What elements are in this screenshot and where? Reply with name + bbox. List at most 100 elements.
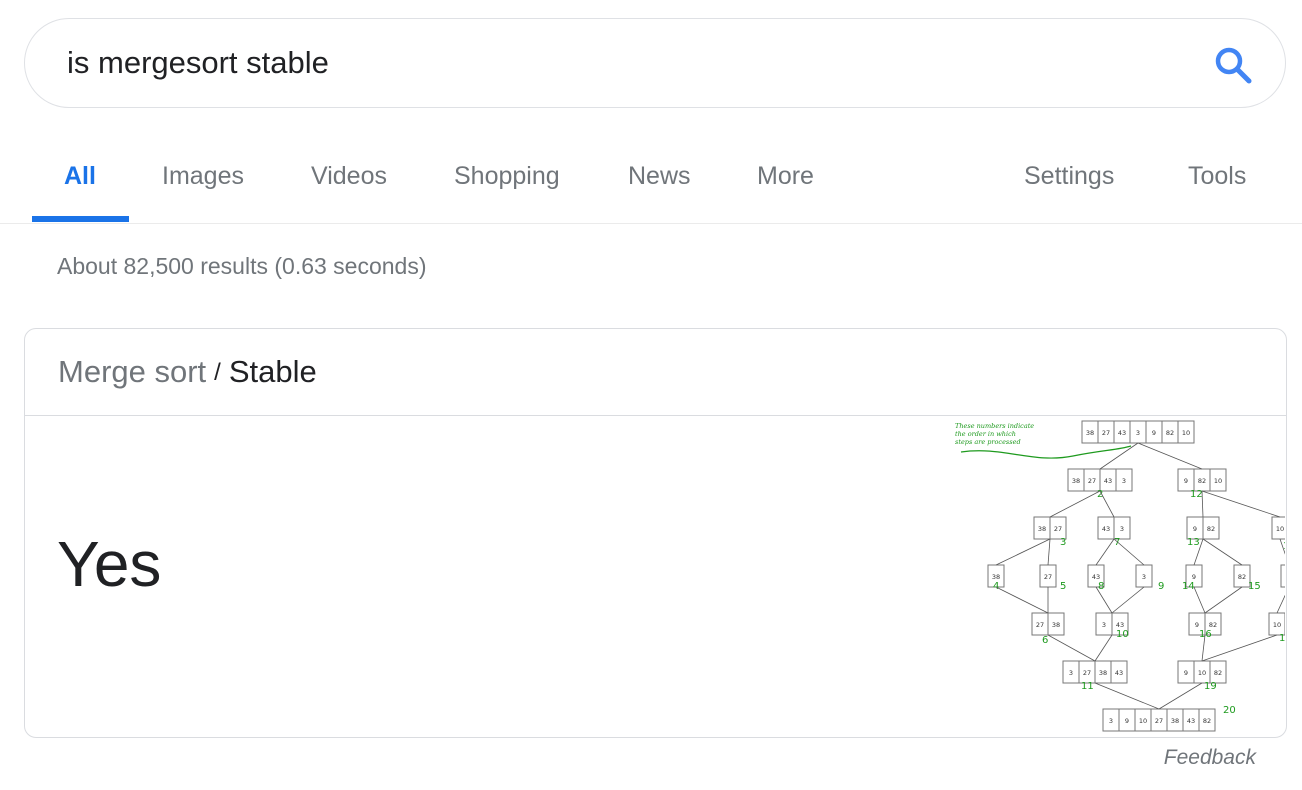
cell-value: 10 bbox=[1214, 477, 1222, 485]
cell-value: 27 bbox=[1083, 669, 1091, 677]
search-icon[interactable] bbox=[1213, 45, 1253, 85]
cell-value: 10 bbox=[1139, 717, 1147, 725]
search-input[interactable]: is mergesort stable bbox=[67, 45, 329, 81]
tab-shopping[interactable]: Shopping bbox=[454, 162, 560, 191]
cell-value: 27 bbox=[1036, 621, 1044, 629]
connector-arrow bbox=[1049, 490, 1101, 518]
cell-value: 82 bbox=[1214, 669, 1222, 677]
step-number: 6 bbox=[1042, 635, 1048, 646]
annotation-text: steps are processed bbox=[955, 438, 1021, 446]
step-number: 5 bbox=[1060, 581, 1066, 592]
connector-arrow bbox=[1113, 538, 1145, 566]
cell-value: 27 bbox=[1155, 717, 1163, 725]
breadcrumb: Merge sort / Stable bbox=[58, 354, 317, 390]
step-number: 14 bbox=[1182, 581, 1195, 592]
step-number: 12 bbox=[1190, 489, 1203, 500]
cell-value: 27 bbox=[1054, 525, 1062, 533]
cell-value: 43 bbox=[1115, 669, 1123, 677]
cell-value: 10 bbox=[1273, 621, 1281, 629]
step-number: 7 bbox=[1114, 537, 1120, 548]
step-number: 19 bbox=[1204, 681, 1217, 692]
tab-settings[interactable]: Settings bbox=[1024, 162, 1114, 191]
connector-arrow bbox=[1276, 594, 1285, 614]
cell-value: 82 bbox=[1207, 525, 1215, 533]
connector-arrow bbox=[1202, 538, 1243, 566]
search-box[interactable]: is mergesort stable bbox=[24, 18, 1286, 108]
cell-value: 9 bbox=[1195, 621, 1199, 629]
tab-news[interactable]: News bbox=[628, 162, 691, 191]
cell-value: 9 bbox=[1152, 429, 1156, 437]
cell-value: 82 bbox=[1209, 621, 1217, 629]
cell-value: 9 bbox=[1125, 717, 1129, 725]
step-number: 11 bbox=[1081, 681, 1094, 692]
step-number: 10 bbox=[1116, 629, 1129, 640]
merge-sort-diagram-image[interactable]: 38 27 43 3 9 82 1038 27 43 329 82 101238 27343 379 821… bbox=[953, 416, 1285, 738]
cell-value: 43 bbox=[1102, 525, 1110, 533]
cell-value: 82 bbox=[1198, 477, 1206, 485]
step-number: 20 bbox=[1223, 705, 1236, 716]
annotation-text: the order in which bbox=[955, 430, 1016, 438]
cell-value: 38 bbox=[1072, 477, 1080, 485]
connector-arrow bbox=[1137, 442, 1203, 470]
step-number: 2 bbox=[1097, 489, 1103, 500]
cell-value: 38 bbox=[1171, 717, 1179, 725]
cell-value: 3 bbox=[1069, 669, 1073, 677]
breadcrumb-parent-link[interactable]: Merge sort bbox=[58, 354, 206, 389]
cell-value: 82 bbox=[1166, 429, 1174, 437]
cell-value: 38 bbox=[1086, 429, 1094, 437]
cell-value: 9 bbox=[1184, 477, 1188, 485]
connector-arrow bbox=[995, 538, 1051, 566]
connector-arrow bbox=[1094, 634, 1113, 662]
step-number: 9 bbox=[1158, 581, 1164, 592]
tab-videos[interactable]: Videos bbox=[311, 162, 387, 191]
answer-text: Yes bbox=[57, 528, 162, 600]
step-number: 13 bbox=[1187, 537, 1200, 548]
cell-value: 38 bbox=[1052, 621, 1060, 629]
cell-value: 82 bbox=[1238, 573, 1246, 581]
cell-value: 3 bbox=[1120, 525, 1124, 533]
cell-value: 27 bbox=[1102, 429, 1110, 437]
step-number: 8 bbox=[1098, 581, 1104, 592]
step-number: 16 bbox=[1199, 629, 1212, 640]
cell-value: 9 bbox=[1192, 573, 1196, 581]
connector-arrow bbox=[1099, 490, 1115, 518]
breadcrumb-current: Stable bbox=[228, 354, 317, 389]
annotation-arrow bbox=[960, 445, 1132, 459]
tab-all[interactable]: All bbox=[64, 162, 96, 191]
cell-value: 9 bbox=[1193, 525, 1197, 533]
breadcrumb-separator: / bbox=[214, 359, 221, 386]
annotation-text: These numbers indicate bbox=[955, 422, 1034, 430]
cell-value: 3 bbox=[1109, 717, 1113, 725]
cell-value: 10 bbox=[1276, 525, 1284, 533]
cell-value: 82 bbox=[1203, 717, 1211, 725]
cell-value: 43 bbox=[1092, 573, 1100, 581]
cell-value: 43 bbox=[1187, 717, 1195, 725]
cell-value: 38 bbox=[1038, 525, 1046, 533]
connector-arrow bbox=[1201, 634, 1278, 662]
cell-value: 38 bbox=[1099, 669, 1107, 677]
connector-arrow bbox=[1158, 682, 1203, 710]
step-number: 4 bbox=[993, 581, 999, 592]
search-tabs: All Images Videos Shopping News More Set… bbox=[0, 150, 1302, 224]
feedback-link[interactable]: Feedback bbox=[1164, 746, 1256, 770]
connector-arrow bbox=[1047, 634, 1096, 662]
cell-value: 3 bbox=[1142, 573, 1146, 581]
cell-value: 3 bbox=[1102, 621, 1106, 629]
cell-value: 43 bbox=[1116, 621, 1124, 629]
cell-value: 3 bbox=[1136, 429, 1140, 437]
connector-arrow bbox=[1201, 490, 1281, 518]
cell-value: 38 bbox=[992, 573, 1000, 581]
cell-value: 27 bbox=[1088, 477, 1096, 485]
step-number: 3 bbox=[1060, 537, 1066, 548]
connector-arrow bbox=[1094, 682, 1160, 710]
cell-value: 43 bbox=[1104, 477, 1112, 485]
featured-answer-card: Merge sort / Stable Yes 38 27 43 3 9 82 10 38 27 43… bbox=[24, 328, 1287, 738]
tab-tools[interactable]: Tools bbox=[1188, 162, 1246, 191]
tab-images[interactable]: Images bbox=[162, 162, 244, 191]
connector-arrow bbox=[1204, 586, 1243, 614]
connector-arrow bbox=[1201, 490, 1204, 518]
connector-arrow bbox=[1099, 442, 1139, 470]
cell-value: 9 bbox=[1184, 669, 1188, 677]
tab-more[interactable]: More bbox=[757, 162, 814, 191]
step-number: 15 bbox=[1248, 581, 1261, 592]
